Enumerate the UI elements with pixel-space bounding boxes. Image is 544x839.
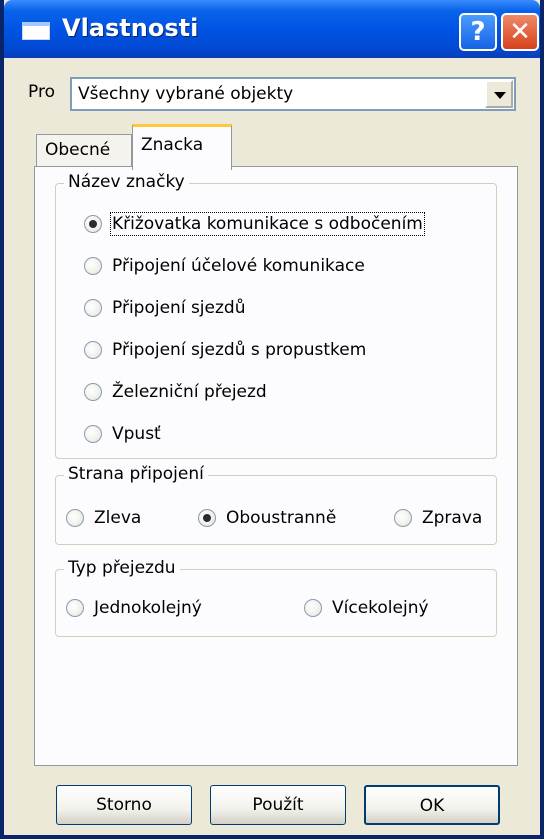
radio-vicekolejny[interactable]: Vícekolejný: [304, 598, 429, 618]
radio-checked-icon: [198, 509, 216, 527]
group-typ-prejezdu-legend: Typ přejezdu: [64, 558, 180, 578]
radio-pripojeni-sjezdu-propustek[interactable]: Připojení sjezdů s propustkem: [84, 340, 366, 360]
window-title: Vlastnosti: [62, 14, 199, 42]
radio-label: Jednokolejný: [94, 598, 202, 618]
radio-label: Zprava: [422, 508, 483, 528]
radio-jednokolejny[interactable]: Jednokolejný: [66, 598, 202, 618]
radio-zeleznicni-prejezd[interactable]: Železniční přejezd: [84, 382, 267, 402]
ok-button[interactable]: OK: [364, 785, 500, 825]
radio-label: Oboustranně: [226, 508, 337, 528]
tab-obecne[interactable]: Obecné: [36, 134, 132, 168]
radio-unchecked-icon: [84, 299, 102, 317]
radio-label: Železniční přejezd: [112, 382, 267, 402]
radio-label: Připojení sjezdů s propustkem: [112, 340, 367, 360]
radio-zleva[interactable]: Zleva: [66, 508, 141, 528]
group-strana-pripojeni-legend: Strana připojení: [64, 464, 208, 484]
radio-pripojeni-sjezdu[interactable]: Připojení sjezdů: [84, 298, 245, 318]
radio-checked-icon: [84, 215, 102, 233]
radio-pripojeni-ucelove[interactable]: Připojení účelové komunikace: [84, 256, 365, 276]
radio-oboustranne[interactable]: Oboustranně: [198, 508, 336, 528]
radio-label: Vícekolejný: [332, 598, 429, 618]
storno-button[interactable]: Storno: [56, 785, 192, 825]
radio-zprava[interactable]: Zprava: [394, 508, 482, 528]
pro-dropdown-value: Všechny vybrané objekty: [78, 84, 294, 104]
radio-label: Připojení účelové komunikace: [112, 256, 365, 276]
radio-unchecked-icon: [66, 599, 84, 617]
radio-krizovatka[interactable]: Křižovatka komunikace s odbočením: [84, 212, 425, 236]
tab-znacka[interactable]: Znacka: [132, 124, 232, 170]
pro-dropdown[interactable]: Všechny vybrané objekty: [70, 77, 516, 111]
radio-label: Zleva: [94, 508, 142, 528]
radio-unchecked-icon: [394, 509, 412, 527]
title-bar[interactable]: Vlastnosti ? ✕: [4, 0, 540, 58]
group-nazev-znacky-legend: Název značky: [64, 172, 189, 192]
properties-dialog: Vlastnosti ? ✕ Pro Všechny vybrané objek…: [0, 0, 544, 839]
group-nazev-znacky: Název značky Křižovatka komunikace s odb…: [55, 172, 497, 459]
pouzit-button[interactable]: Použít: [210, 785, 346, 825]
close-button[interactable]: ✕: [501, 13, 539, 51]
tab-panel-znacka: Název značky Křižovatka komunikace s odb…: [34, 166, 518, 766]
group-strana-pripojeni: Strana připojení Zleva Oboustranně Zprav…: [55, 464, 497, 545]
radio-vpust[interactable]: Vpusť: [84, 424, 161, 444]
help-button[interactable]: ?: [459, 13, 497, 51]
radio-unchecked-icon: [84, 383, 102, 401]
radio-label: Křižovatka komunikace s odbočením: [110, 212, 425, 236]
radio-label: Připojení sjezdů: [112, 298, 246, 318]
radio-unchecked-icon: [84, 425, 102, 443]
chevron-down-icon[interactable]: [485, 80, 513, 108]
radio-unchecked-icon: [304, 599, 322, 617]
pro-label: Pro: [28, 82, 55, 102]
radio-label: Vpusť: [112, 424, 161, 444]
radio-unchecked-icon: [84, 341, 102, 359]
window-icon: [22, 22, 50, 40]
radio-unchecked-icon: [84, 257, 102, 275]
group-typ-prejezdu: Typ přejezdu Jednokolejný Vícekolejný: [55, 558, 497, 637]
radio-unchecked-icon: [66, 509, 84, 527]
